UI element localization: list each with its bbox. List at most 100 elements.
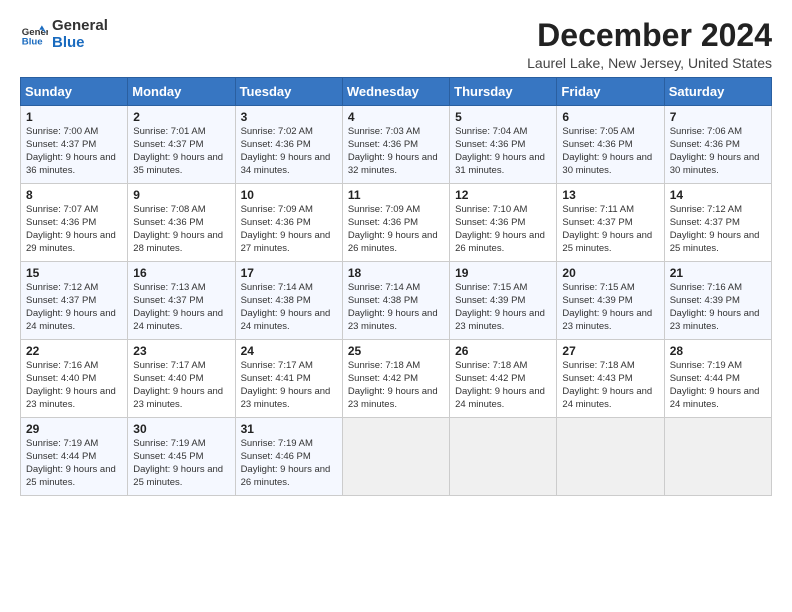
day-number: 6 (562, 110, 658, 124)
day-number: 31 (241, 422, 337, 436)
day-info: Sunrise: 7:04 AM Sunset: 4:36 PM Dayligh… (455, 126, 551, 177)
day-info: Sunrise: 7:12 AM Sunset: 4:37 PM Dayligh… (670, 204, 766, 255)
day-info: Sunrise: 7:11 AM Sunset: 4:37 PM Dayligh… (562, 204, 658, 255)
day-info: Sunrise: 7:18 AM Sunset: 4:42 PM Dayligh… (348, 360, 444, 411)
calendar-cell: 1 Sunrise: 7:00 AM Sunset: 4:37 PM Dayli… (21, 106, 128, 184)
day-number: 29 (26, 422, 122, 436)
day-info: Sunrise: 7:00 AM Sunset: 4:37 PM Dayligh… (26, 126, 122, 177)
day-number: 4 (348, 110, 444, 124)
calendar-cell: 6 Sunrise: 7:05 AM Sunset: 4:36 PM Dayli… (557, 106, 664, 184)
day-number: 11 (348, 188, 444, 202)
day-number: 23 (133, 344, 229, 358)
calendar-cell (557, 418, 664, 496)
day-info: Sunrise: 7:18 AM Sunset: 4:43 PM Dayligh… (562, 360, 658, 411)
day-info: Sunrise: 7:19 AM Sunset: 4:44 PM Dayligh… (670, 360, 766, 411)
day-info: Sunrise: 7:16 AM Sunset: 4:40 PM Dayligh… (26, 360, 122, 411)
calendar-cell: 28 Sunrise: 7:19 AM Sunset: 4:44 PM Dayl… (664, 340, 771, 418)
calendar-cell: 5 Sunrise: 7:04 AM Sunset: 4:36 PM Dayli… (450, 106, 557, 184)
day-info: Sunrise: 7:13 AM Sunset: 4:37 PM Dayligh… (133, 282, 229, 333)
calendar-cell: 17 Sunrise: 7:14 AM Sunset: 4:38 PM Dayl… (235, 262, 342, 340)
calendar-cell: 29 Sunrise: 7:19 AM Sunset: 4:44 PM Dayl… (21, 418, 128, 496)
day-info: Sunrise: 7:07 AM Sunset: 4:36 PM Dayligh… (26, 204, 122, 255)
header-saturday: Saturday (664, 78, 771, 106)
day-info: Sunrise: 7:19 AM Sunset: 4:45 PM Dayligh… (133, 438, 229, 489)
calendar-cell (664, 418, 771, 496)
day-number: 9 (133, 188, 229, 202)
day-number: 7 (670, 110, 766, 124)
day-number: 2 (133, 110, 229, 124)
day-number: 1 (26, 110, 122, 124)
day-info: Sunrise: 7:15 AM Sunset: 4:39 PM Dayligh… (562, 282, 658, 333)
calendar-cell: 24 Sunrise: 7:17 AM Sunset: 4:41 PM Dayl… (235, 340, 342, 418)
calendar-title: December 2024 (527, 18, 772, 53)
svg-text:Blue: Blue (22, 36, 43, 47)
calendar-cell: 25 Sunrise: 7:18 AM Sunset: 4:42 PM Dayl… (342, 340, 449, 418)
calendar-cell: 18 Sunrise: 7:14 AM Sunset: 4:38 PM Dayl… (342, 262, 449, 340)
calendar-week-5: 29 Sunrise: 7:19 AM Sunset: 4:44 PM Dayl… (21, 418, 772, 496)
day-info: Sunrise: 7:09 AM Sunset: 4:36 PM Dayligh… (241, 204, 337, 255)
day-number: 12 (455, 188, 551, 202)
calendar-cell (342, 418, 449, 496)
day-info: Sunrise: 7:09 AM Sunset: 4:36 PM Dayligh… (348, 204, 444, 255)
day-info: Sunrise: 7:15 AM Sunset: 4:39 PM Dayligh… (455, 282, 551, 333)
calendar-subtitle: Laurel Lake, New Jersey, United States (527, 55, 772, 71)
header-wednesday: Wednesday (342, 78, 449, 106)
calendar-week-2: 8 Sunrise: 7:07 AM Sunset: 4:36 PM Dayli… (21, 184, 772, 262)
day-number: 17 (241, 266, 337, 280)
day-number: 8 (26, 188, 122, 202)
day-number: 22 (26, 344, 122, 358)
calendar-week-1: 1 Sunrise: 7:00 AM Sunset: 4:37 PM Dayli… (21, 106, 772, 184)
calendar-cell: 4 Sunrise: 7:03 AM Sunset: 4:36 PM Dayli… (342, 106, 449, 184)
logo-text: GeneralBlue (52, 18, 108, 51)
calendar-cell: 14 Sunrise: 7:12 AM Sunset: 4:37 PM Dayl… (664, 184, 771, 262)
day-info: Sunrise: 7:01 AM Sunset: 4:37 PM Dayligh… (133, 126, 229, 177)
header-friday: Friday (557, 78, 664, 106)
calendar-cell: 7 Sunrise: 7:06 AM Sunset: 4:36 PM Dayli… (664, 106, 771, 184)
header-tuesday: Tuesday (235, 78, 342, 106)
day-number: 3 (241, 110, 337, 124)
day-info: Sunrise: 7:08 AM Sunset: 4:36 PM Dayligh… (133, 204, 229, 255)
calendar-cell: 20 Sunrise: 7:15 AM Sunset: 4:39 PM Dayl… (557, 262, 664, 340)
day-number: 26 (455, 344, 551, 358)
calendar-cell: 8 Sunrise: 7:07 AM Sunset: 4:36 PM Dayli… (21, 184, 128, 262)
calendar-cell: 27 Sunrise: 7:18 AM Sunset: 4:43 PM Dayl… (557, 340, 664, 418)
header-monday: Monday (128, 78, 235, 106)
calendar-cell: 30 Sunrise: 7:19 AM Sunset: 4:45 PM Dayl… (128, 418, 235, 496)
calendar-cell: 12 Sunrise: 7:10 AM Sunset: 4:36 PM Dayl… (450, 184, 557, 262)
title-area: December 2024 Laurel Lake, New Jersey, U… (527, 18, 772, 71)
calendar-cell: 19 Sunrise: 7:15 AM Sunset: 4:39 PM Dayl… (450, 262, 557, 340)
calendar-cell: 31 Sunrise: 7:19 AM Sunset: 4:46 PM Dayl… (235, 418, 342, 496)
calendar-page: General Blue GeneralBlue December 2024 L… (0, 0, 792, 506)
day-info: Sunrise: 7:05 AM Sunset: 4:36 PM Dayligh… (562, 126, 658, 177)
day-info: Sunrise: 7:17 AM Sunset: 4:40 PM Dayligh… (133, 360, 229, 411)
calendar-week-3: 15 Sunrise: 7:12 AM Sunset: 4:37 PM Dayl… (21, 262, 772, 340)
day-info: Sunrise: 7:18 AM Sunset: 4:42 PM Dayligh… (455, 360, 551, 411)
calendar-cell: 16 Sunrise: 7:13 AM Sunset: 4:37 PM Dayl… (128, 262, 235, 340)
day-info: Sunrise: 7:14 AM Sunset: 4:38 PM Dayligh… (241, 282, 337, 333)
calendar-cell: 9 Sunrise: 7:08 AM Sunset: 4:36 PM Dayli… (128, 184, 235, 262)
day-number: 5 (455, 110, 551, 124)
day-info: Sunrise: 7:03 AM Sunset: 4:36 PM Dayligh… (348, 126, 444, 177)
day-number: 10 (241, 188, 337, 202)
day-number: 18 (348, 266, 444, 280)
calendar-table: Sunday Monday Tuesday Wednesday Thursday… (20, 77, 772, 496)
calendar-cell (450, 418, 557, 496)
calendar-cell: 10 Sunrise: 7:09 AM Sunset: 4:36 PM Dayl… (235, 184, 342, 262)
calendar-week-4: 22 Sunrise: 7:16 AM Sunset: 4:40 PM Dayl… (21, 340, 772, 418)
day-number: 30 (133, 422, 229, 436)
day-info: Sunrise: 7:06 AM Sunset: 4:36 PM Dayligh… (670, 126, 766, 177)
header: General Blue GeneralBlue December 2024 L… (20, 18, 772, 71)
day-number: 15 (26, 266, 122, 280)
weekday-header-row: Sunday Monday Tuesday Wednesday Thursday… (21, 78, 772, 106)
calendar-cell: 22 Sunrise: 7:16 AM Sunset: 4:40 PM Dayl… (21, 340, 128, 418)
day-info: Sunrise: 7:02 AM Sunset: 4:36 PM Dayligh… (241, 126, 337, 177)
header-sunday: Sunday (21, 78, 128, 106)
calendar-cell: 11 Sunrise: 7:09 AM Sunset: 4:36 PM Dayl… (342, 184, 449, 262)
calendar-cell: 15 Sunrise: 7:12 AM Sunset: 4:37 PM Dayl… (21, 262, 128, 340)
calendar-cell: 21 Sunrise: 7:16 AM Sunset: 4:39 PM Dayl… (664, 262, 771, 340)
day-number: 19 (455, 266, 551, 280)
day-number: 24 (241, 344, 337, 358)
calendar-cell: 23 Sunrise: 7:17 AM Sunset: 4:40 PM Dayl… (128, 340, 235, 418)
day-info: Sunrise: 7:19 AM Sunset: 4:44 PM Dayligh… (26, 438, 122, 489)
day-number: 28 (670, 344, 766, 358)
